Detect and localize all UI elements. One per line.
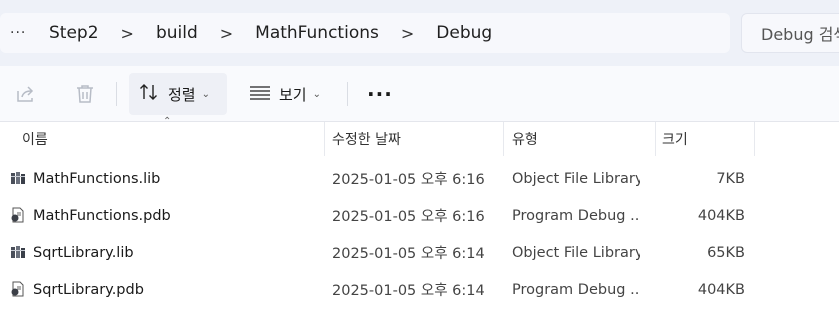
sort-label: 정렬 xyxy=(168,85,196,104)
debug-file-icon xyxy=(10,281,26,297)
file-date: 2025-01-05 오후 6:16 xyxy=(332,172,485,188)
file-size: 404KB xyxy=(697,281,745,298)
file-type: Object File Library xyxy=(512,170,640,187)
file-name: MathFunctions.pdb xyxy=(33,207,171,224)
chevron-down-icon: ⌄ xyxy=(312,88,321,100)
view-label: 보기 xyxy=(279,85,307,104)
sort-icon xyxy=(138,81,160,107)
address-region: ··· Step2 > build > MathFunctions > Debu… xyxy=(0,0,839,66)
column-header-name[interactable]: 이름 xyxy=(22,122,48,156)
sort-ascending-icon: ⌃ xyxy=(163,116,172,127)
debug-file-icon xyxy=(10,207,26,223)
share-icon[interactable] xyxy=(14,82,38,106)
file-row[interactable]: SqrtLibrary.lib 2025-01-05 오후 6:14 Objec… xyxy=(0,234,839,271)
column-header-date[interactable]: 수정한 날짜 xyxy=(332,122,401,156)
file-size: 404KB xyxy=(697,207,745,224)
toolbar-divider xyxy=(116,82,117,106)
view-list-icon xyxy=(249,81,271,107)
column-resize-handle[interactable] xyxy=(503,122,504,156)
breadcrumb-item-debug[interactable]: Debug xyxy=(436,23,492,43)
file-date: 2025-01-05 오후 6:14 xyxy=(332,283,485,299)
file-date: 2025-01-05 오후 6:14 xyxy=(332,246,485,262)
search-input[interactable]: Debug 검색 xyxy=(741,13,839,53)
breadcrumb-separator-icon[interactable]: > xyxy=(401,24,414,43)
file-type: Program Debug ... xyxy=(512,281,640,298)
breadcrumb-item-build[interactable]: build xyxy=(156,23,198,43)
file-name: MathFunctions.lib xyxy=(33,170,161,187)
file-size: 7KB xyxy=(716,170,745,187)
sort-button[interactable]: 정렬 ⌄ xyxy=(129,73,227,115)
column-resize-handle[interactable] xyxy=(754,122,755,156)
file-type: Object File Library xyxy=(512,244,640,261)
column-resize-handle[interactable] xyxy=(655,122,656,156)
breadcrumb-separator-icon[interactable]: > xyxy=(220,24,233,43)
trash-icon[interactable] xyxy=(73,82,97,106)
view-button[interactable]: 보기 ⌄ xyxy=(240,73,338,115)
breadcrumb-overflow-button[interactable]: ··· xyxy=(0,25,36,41)
breadcrumb-item-mathfunctions[interactable]: MathFunctions xyxy=(255,23,379,43)
column-header-size[interactable]: 크기 xyxy=(662,122,688,156)
library-file-icon xyxy=(10,170,26,186)
breadcrumb-item-step2[interactable]: Step2 xyxy=(49,23,99,43)
file-name: SqrtLibrary.pdb xyxy=(33,281,144,298)
file-name: SqrtLibrary.lib xyxy=(33,244,134,261)
column-resize-handle[interactable] xyxy=(324,122,325,156)
toolbar-divider xyxy=(347,82,348,106)
file-row[interactable]: MathFunctions.pdb 2025-01-05 오후 6:16 Pro… xyxy=(0,197,839,234)
column-header-type[interactable]: 유형 xyxy=(512,122,538,156)
column-header-row: ⌃ 이름 수정한 날짜 유형 크기 xyxy=(0,116,839,156)
file-row[interactable]: SqrtLibrary.pdb 2025-01-05 오후 6:14 Progr… xyxy=(0,271,839,308)
command-bar: 정렬 ⌄ 보기 ⌄ ··· xyxy=(0,66,839,122)
file-row[interactable]: MathFunctions.lib 2025-01-05 오후 6:16 Obj… xyxy=(0,160,839,197)
file-date: 2025-01-05 오후 6:16 xyxy=(332,209,485,225)
file-type: Program Debug ... xyxy=(512,207,640,224)
chevron-down-icon: ⌄ xyxy=(201,88,210,100)
breadcrumb: ··· Step2 > build > MathFunctions > Debu… xyxy=(0,13,730,53)
breadcrumb-separator-icon[interactable]: > xyxy=(121,24,134,43)
more-options-button[interactable]: ··· xyxy=(367,82,393,106)
library-file-icon xyxy=(10,244,26,260)
file-size: 65KB xyxy=(707,244,745,261)
